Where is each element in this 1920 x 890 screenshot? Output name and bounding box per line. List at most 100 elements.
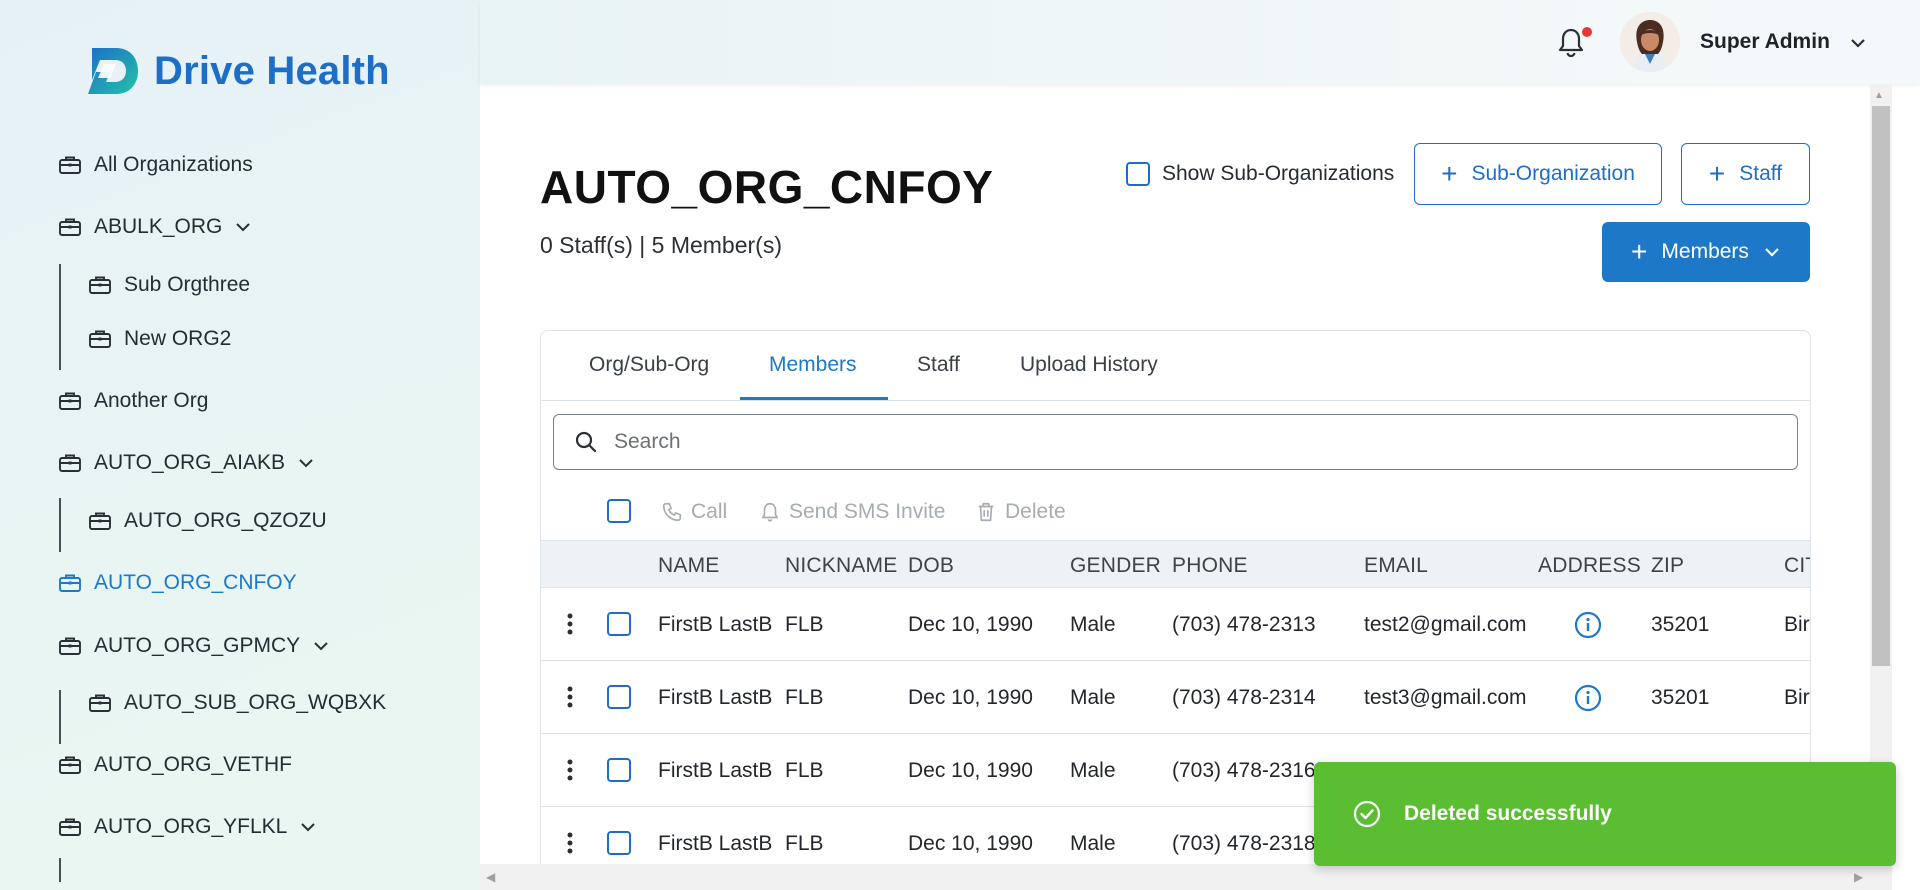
cell-phone: (703) 478-2313 bbox=[1172, 613, 1316, 636]
user-name[interactable]: Super Admin bbox=[1700, 30, 1830, 54]
scroll-left-arrow-icon[interactable]: ◀ bbox=[486, 870, 495, 884]
sidebar-item-label: ABULK_ORG bbox=[94, 215, 223, 238]
column-header-city[interactable]: CIT bbox=[1784, 554, 1810, 578]
plus-icon: + bbox=[1441, 158, 1458, 189]
search-icon bbox=[575, 431, 597, 453]
table-row[interactable]: FirstB LastB FLB Dec 10, 1990 Male (703)… bbox=[541, 588, 1810, 661]
sidebar-item[interactable]: AUTO_ORG_VETHF bbox=[58, 748, 292, 782]
more-vertical-icon[interactable] bbox=[561, 756, 579, 784]
bell-outline-icon bbox=[761, 502, 779, 522]
column-header-nickname[interactable]: NICKNAME bbox=[785, 554, 897, 578]
column-header-name[interactable]: NAME bbox=[658, 554, 719, 578]
add-members-button[interactable]: + Members bbox=[1602, 222, 1810, 282]
cell-zip: 35201 bbox=[1651, 686, 1710, 709]
sidebar-item[interactable]: AUTO_SUB_ORG_WQBXK bbox=[88, 686, 386, 720]
briefcase-icon bbox=[58, 754, 82, 776]
tab-staff[interactable]: Staff bbox=[917, 353, 960, 377]
show-sub-organizations-toggle[interactable]: Show Sub-Organizations bbox=[1126, 162, 1394, 186]
sidebar: Drive Health All Organizations ABULK_ORG S… bbox=[0, 0, 480, 890]
send-sms-invite-button[interactable]: Send SMS Invite bbox=[759, 500, 945, 524]
cell-dob: Dec 10, 1990 bbox=[908, 759, 1033, 782]
sidebar-item[interactable]: AUTO_ORG_AIAKB bbox=[58, 446, 315, 480]
call-label: Call bbox=[691, 500, 728, 523]
sidebar-item[interactable]: ABULK_ORG bbox=[58, 210, 252, 244]
sidebar-item[interactable]: Sub Orgthree bbox=[88, 268, 250, 302]
more-vertical-icon[interactable] bbox=[561, 610, 579, 638]
cell-phone: (703) 478-2318 bbox=[1172, 832, 1316, 855]
cell-gender: Male bbox=[1070, 686, 1116, 709]
briefcase-icon bbox=[58, 572, 82, 594]
sidebar-item[interactable]: AUTO_ORG_CNFOY bbox=[58, 566, 297, 600]
column-header-phone[interactable]: PHONE bbox=[1172, 554, 1248, 578]
row-checkbox[interactable] bbox=[607, 612, 631, 636]
horizontal-scrollbar[interactable] bbox=[480, 864, 1892, 890]
cell-gender: Male bbox=[1070, 613, 1116, 636]
search-input[interactable] bbox=[614, 430, 1714, 454]
info-icon[interactable] bbox=[1573, 683, 1603, 713]
logo[interactable]: Drive Health bbox=[86, 46, 390, 96]
page-title: AUTO_ORG_CNFOY bbox=[540, 161, 994, 213]
column-header-gender[interactable]: GENDER bbox=[1070, 554, 1161, 578]
select-all-checkbox[interactable] bbox=[607, 499, 631, 523]
sidebar-item-label: AUTO_ORG_GPMCY bbox=[94, 634, 301, 657]
briefcase-icon bbox=[58, 390, 82, 412]
call-button[interactable]: Call bbox=[661, 500, 727, 524]
cell-email: test2@gmail.com bbox=[1364, 613, 1527, 636]
chevron-down-icon[interactable] bbox=[1848, 33, 1868, 53]
sidebar-item[interactable]: All Organizations bbox=[58, 148, 253, 182]
add-sub-organization-label: Sub-Organization bbox=[1471, 162, 1635, 185]
cell-phone: (703) 478-2316 bbox=[1172, 759, 1316, 782]
sidebar-item[interactable]: Another Org bbox=[58, 384, 208, 418]
cell-dob: Dec 10, 1990 bbox=[908, 686, 1033, 709]
chevron-down-icon bbox=[1765, 248, 1779, 257]
cell-nickname: FLB bbox=[785, 613, 824, 636]
sidebar-item[interactable]: New ORG2 bbox=[88, 322, 231, 356]
briefcase-icon bbox=[88, 274, 112, 296]
row-checkbox[interactable] bbox=[607, 831, 631, 855]
sidebar-item[interactable]: AUTO_ORG_QZOZU bbox=[88, 504, 327, 538]
cell-gender: Male bbox=[1070, 832, 1116, 855]
chevron-down-icon[interactable] bbox=[312, 637, 330, 655]
scroll-right-arrow-icon[interactable]: ▶ bbox=[1854, 870, 1863, 884]
sidebar-item-label: AUTO_ORG_CNFOY bbox=[94, 571, 297, 594]
cell-name: FirstB LastB bbox=[658, 686, 773, 709]
cell-phone: (703) 478-2314 bbox=[1172, 686, 1316, 709]
briefcase-icon bbox=[88, 510, 112, 532]
add-staff-button[interactable]: + Staff bbox=[1681, 143, 1810, 205]
cell-nickname: FLB bbox=[785, 759, 824, 782]
delete-button[interactable]: Delete bbox=[975, 500, 1066, 524]
show-sub-organizations-checkbox[interactable] bbox=[1126, 162, 1150, 186]
plus-icon: + bbox=[1631, 236, 1648, 267]
row-checkbox[interactable] bbox=[607, 758, 631, 782]
vertical-scrollbar-thumb[interactable] bbox=[1872, 106, 1890, 666]
avatar[interactable] bbox=[1620, 12, 1680, 72]
briefcase-icon bbox=[58, 452, 82, 474]
cell-dob: Dec 10, 1990 bbox=[908, 832, 1033, 855]
sidebar-item-label: Sub Orgthree bbox=[124, 273, 251, 296]
chevron-down-icon[interactable] bbox=[297, 454, 315, 472]
info-icon[interactable] bbox=[1573, 610, 1603, 640]
add-sub-organization-button[interactable]: + Sub-Organization bbox=[1414, 143, 1662, 205]
sidebar-item-label: AUTO_ORG_AIAKB bbox=[94, 451, 286, 474]
cell-city: Bir bbox=[1784, 613, 1810, 636]
row-checkbox[interactable] bbox=[607, 685, 631, 709]
more-vertical-icon[interactable] bbox=[561, 829, 579, 857]
briefcase-icon bbox=[58, 635, 82, 657]
column-header-address[interactable]: ADDRESS bbox=[1538, 554, 1641, 578]
table-row[interactable]: FirstB LastB FLB Dec 10, 1990 Male (703)… bbox=[541, 661, 1810, 734]
chevron-down-icon[interactable] bbox=[234, 218, 252, 236]
chevron-down-icon[interactable] bbox=[299, 818, 317, 836]
search-box[interactable] bbox=[553, 414, 1798, 470]
sidebar-item[interactable]: AUTO_ORG_YFLKL bbox=[58, 810, 317, 844]
sidebar-item-label: New ORG2 bbox=[124, 327, 232, 350]
sidebar-item-label: All Organizations bbox=[94, 153, 253, 176]
sidebar-item[interactable]: AUTO_ORG_GPMCY bbox=[58, 629, 330, 663]
column-header-dob[interactable]: DOB bbox=[908, 554, 954, 578]
column-header-email[interactable]: EMAIL bbox=[1364, 554, 1428, 578]
column-header-zip[interactable]: ZIP bbox=[1651, 554, 1684, 578]
tab-upload-history[interactable]: Upload History bbox=[1020, 353, 1158, 377]
more-vertical-icon[interactable] bbox=[561, 683, 579, 711]
tab-org-sub-org[interactable]: Org/Sub-Org bbox=[589, 353, 709, 377]
scroll-up-arrow-icon[interactable]: ▲ bbox=[1874, 90, 1884, 101]
tab-members[interactable]: Members bbox=[769, 353, 857, 377]
